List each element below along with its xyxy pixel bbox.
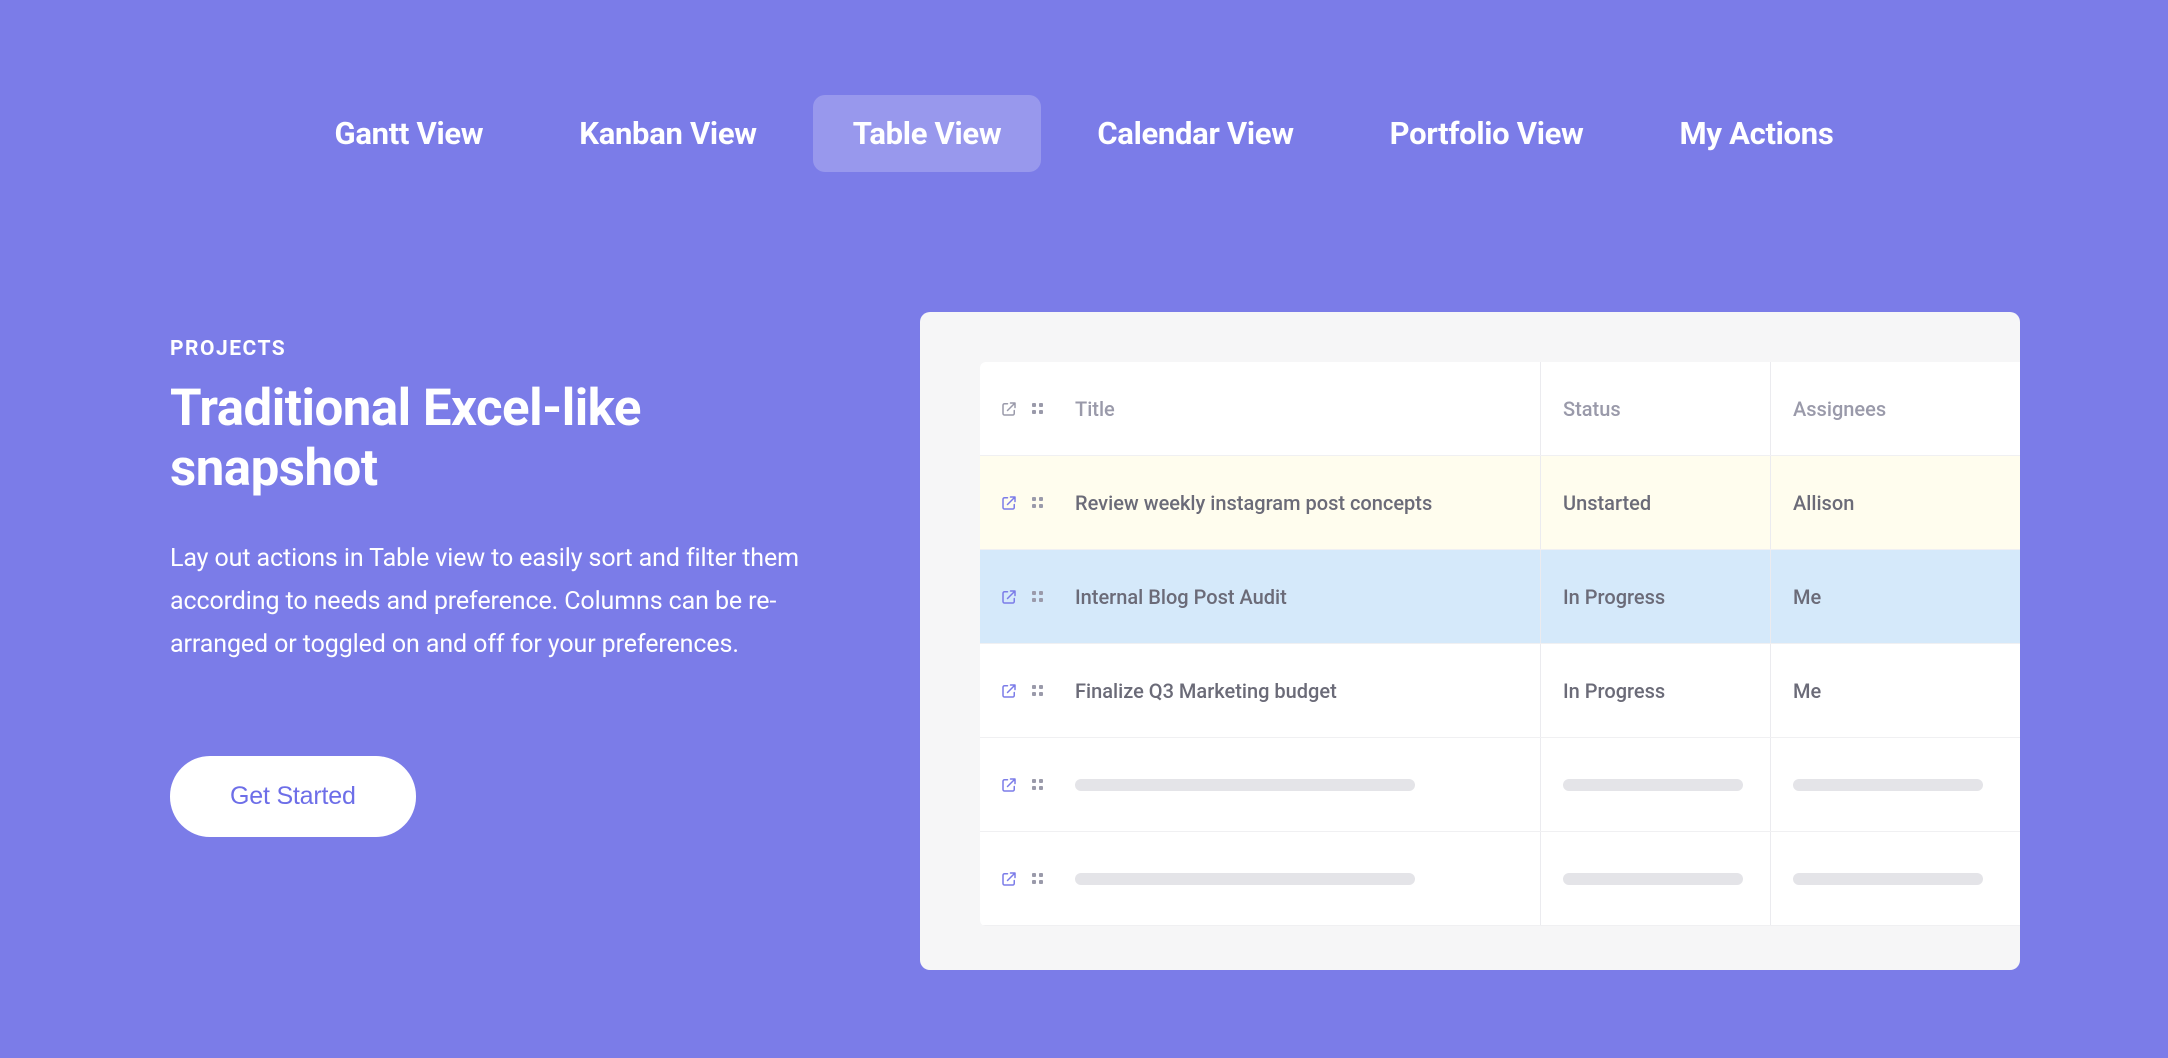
eyebrow-label: PROJECTS: [170, 337, 830, 361]
tab-gantt[interactable]: Gantt View: [295, 95, 524, 172]
external-link-icon: [1000, 400, 1018, 418]
feature-heading: Traditional Excel-like snapshot: [170, 379, 830, 499]
task-assignee: Me: [1793, 585, 1821, 609]
table-row-placeholder: [980, 738, 2020, 832]
tab-my-actions[interactable]: My Actions: [1640, 95, 1874, 172]
table-row[interactable]: Finalize Q3 Marketing budget In Progress…: [980, 644, 2020, 738]
task-assignee: Allison: [1793, 491, 1854, 515]
drag-handle-icon[interactable]: [1032, 497, 1046, 508]
feature-description-text: Lay out actions in Table view to easily …: [170, 537, 820, 666]
table-card: Title Status Assignees: [920, 312, 2020, 970]
project-table: Title Status Assignees: [980, 362, 2020, 926]
table-row-placeholder: [980, 832, 2020, 926]
drag-handle-icon: [1032, 873, 1046, 884]
task-status: Unstarted: [1563, 491, 1651, 515]
table-row[interactable]: Internal Blog Post Audit In Progress Me: [980, 550, 2020, 644]
column-header-title[interactable]: Title: [1075, 397, 1115, 421]
external-link-icon[interactable]: [1000, 588, 1018, 606]
placeholder-bar: [1793, 873, 1983, 885]
get-started-button[interactable]: Get Started: [170, 756, 416, 837]
external-link-icon[interactable]: [1000, 494, 1018, 512]
tab-kanban[interactable]: Kanban View: [539, 95, 796, 172]
feature-description: PROJECTS Traditional Excel-like snapshot…: [170, 312, 830, 970]
placeholder-bar: [1563, 873, 1743, 885]
task-title: Internal Blog Post Audit: [1075, 585, 1287, 609]
column-header-assignees[interactable]: Assignees: [1793, 397, 1886, 421]
placeholder-bar: [1075, 779, 1415, 791]
external-link-icon: [1000, 776, 1018, 794]
placeholder-bar: [1793, 779, 1983, 791]
tab-calendar[interactable]: Calendar View: [1057, 95, 1333, 172]
task-assignee: Me: [1793, 679, 1821, 703]
table-row[interactable]: Review weekly instagram post concepts Un…: [980, 456, 2020, 550]
task-status: In Progress: [1563, 585, 1665, 609]
placeholder-bar: [1075, 873, 1415, 885]
external-link-icon[interactable]: [1000, 682, 1018, 700]
tab-table[interactable]: Table View: [813, 95, 1042, 172]
task-title: Finalize Q3 Marketing budget: [1075, 679, 1337, 703]
column-header-status[interactable]: Status: [1563, 397, 1621, 421]
tab-portfolio[interactable]: Portfolio View: [1350, 95, 1624, 172]
drag-handle-icon: [1032, 403, 1046, 414]
external-link-icon: [1000, 870, 1018, 888]
table-preview-panel: Title Status Assignees: [920, 312, 2020, 970]
task-status: In Progress: [1563, 679, 1665, 703]
placeholder-bar: [1563, 779, 1743, 791]
view-tabs: Gantt View Kanban View Table View Calend…: [0, 0, 2168, 172]
task-title: Review weekly instagram post concepts: [1075, 491, 1432, 515]
drag-handle-icon[interactable]: [1032, 591, 1046, 602]
table-header-row: Title Status Assignees: [980, 362, 2020, 456]
drag-handle-icon[interactable]: [1032, 685, 1046, 696]
drag-handle-icon: [1032, 779, 1046, 790]
